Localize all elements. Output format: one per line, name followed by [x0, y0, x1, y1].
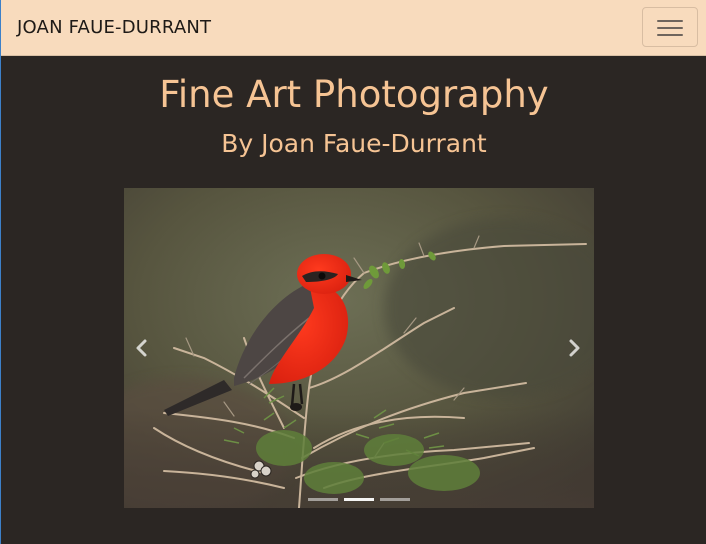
- carousel-photo: [124, 188, 594, 508]
- chevron-right-icon: [569, 339, 580, 357]
- carousel-next-button[interactable]: [534, 188, 594, 508]
- page-subtitle: By Joan Faue-Durrant: [221, 129, 487, 158]
- page: JOAN FAUE-DURRANT Fine Art Photography B…: [0, 0, 706, 544]
- carousel-prev-button[interactable]: [124, 188, 184, 508]
- photo-carousel: [124, 188, 594, 508]
- hamburger-menu-icon: [657, 18, 683, 38]
- navbar-toggle-button[interactable]: [642, 7, 698, 47]
- navbar: JOAN FAUE-DURRANT: [1, 0, 706, 56]
- carousel-indicator[interactable]: [308, 498, 338, 501]
- brand-link[interactable]: JOAN FAUE-DURRANT: [17, 16, 211, 40]
- page-title: Fine Art Photography: [159, 73, 549, 116]
- chevron-left-icon: [136, 339, 147, 357]
- carousel-indicator[interactable]: [344, 498, 374, 501]
- carousel-indicators: [124, 498, 594, 502]
- carousel-indicator[interactable]: [380, 498, 410, 501]
